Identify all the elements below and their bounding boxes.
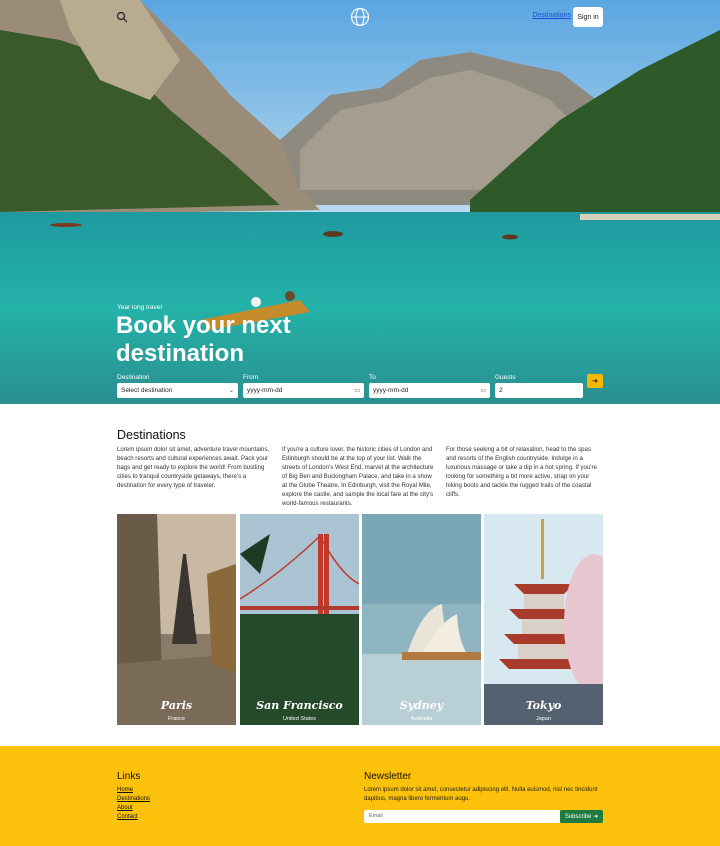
from-label: From [243,374,259,381]
to-label: To [369,374,376,381]
newsletter-heading: Newsletter [364,771,412,782]
to-date-input[interactable]: yyyy-mm-dd ▭ [369,383,490,398]
signin-button[interactable]: Sign in [573,7,603,27]
globe-logo-icon[interactable] [350,7,370,27]
hero-banner: Destinations Sign in Year long travel Bo… [0,0,720,404]
guests-label: Guests [495,374,516,381]
to-date-value: yyyy-mm-dd [373,387,409,394]
card-country-name: France [167,716,186,722]
destination-select[interactable]: Select destination ⌄ [117,383,238,398]
hero-title: Book your next destination [116,312,291,367]
tokyo-image [484,514,603,725]
san-francisco-image [240,514,359,725]
destination-card-sydney[interactable]: Sydney Australia [362,514,481,725]
hero-kicker: Year long travel [117,304,162,311]
guests-input[interactable]: 2 [495,383,583,398]
destinations-paragraph-1: Lorem ipsum dolor sit amet, adventure tr… [117,446,270,489]
calendar-icon: ▭ [480,388,486,394]
site-footer: Links Home Destinations About Contact Ne… [0,746,720,846]
card-city-name: Paris [160,699,193,712]
destinations-paragraph-3: For those seeking a bit of relaxation, h… [446,446,597,498]
paris-image [117,514,236,725]
card-country-name: United States [282,716,317,722]
links-heading: Links [117,771,141,782]
card-country-name: Japan [536,716,551,722]
footer-link-contact[interactable]: Contact [117,814,138,820]
search-icon[interactable] [116,11,128,23]
search-submit-button[interactable]: ➜ [587,374,603,388]
footer-link-destinations[interactable]: Destinations [117,796,150,802]
newsletter-email-input[interactable]: Email [364,810,560,823]
destinations-paragraph-2: If you're a culture lover, the historic … [282,446,434,507]
footer-link-about[interactable]: About [117,805,133,811]
destination-card-tokyo[interactable]: Tokyo Japan [484,514,603,725]
nav-link-destinations[interactable]: Destinations [532,12,571,19]
arrow-right-icon: ➜ [592,378,598,385]
card-city-name: San Francisco [256,699,343,712]
guests-value: 2 [499,387,503,394]
destination-card-san-francisco[interactable]: San Francisco United States [240,514,359,725]
footer-link-home[interactable]: Home [117,787,133,793]
newsletter-description: Lorem ipsum dolor sit amet, consectetur … [364,787,598,802]
card-country-name: Australia [410,716,433,722]
destination-card-paris[interactable]: Paris France [117,514,236,725]
from-date-input[interactable]: yyyy-mm-dd ▭ [243,383,364,398]
card-city-name: Tokyo [525,699,562,712]
calendar-icon: ▭ [354,388,360,394]
top-navigation: Destinations Sign in [0,7,720,29]
booking-form: Destination Select destination ⌄ From yy… [117,374,603,400]
from-date-value: yyyy-mm-dd [247,387,283,394]
destinations-heading: Destinations [117,428,186,442]
destination-select-value: Select destination [121,387,173,394]
subscribe-button[interactable]: Subscribe ➜ [560,810,603,823]
destination-label: Destination [117,374,150,381]
card-city-name: Sydney [399,699,444,712]
sydney-image [362,514,481,725]
chevron-down-icon: ⌄ [228,388,234,394]
